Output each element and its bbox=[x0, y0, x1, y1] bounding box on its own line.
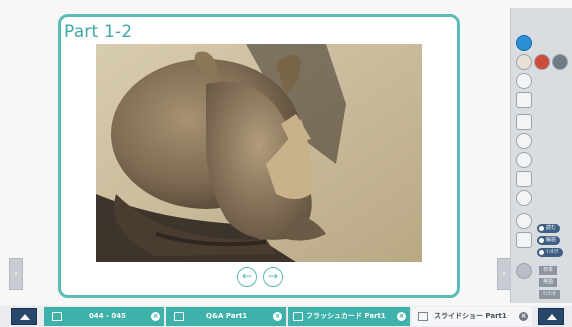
expand-up-button[interactable] bbox=[11, 308, 37, 325]
eraser-icon[interactable] bbox=[516, 73, 532, 89]
tab-label: 044 - 045 bbox=[89, 312, 127, 320]
arrow-left-icon[interactable]: ← bbox=[237, 267, 257, 287]
camera-icon[interactable] bbox=[516, 213, 532, 229]
pen-icon[interactable] bbox=[516, 54, 532, 70]
interact-button[interactable]: ｲﾝﾀﾗｸ bbox=[537, 248, 563, 257]
qa-icon bbox=[174, 312, 184, 321]
right-panel-toggle[interactable]: › bbox=[497, 258, 511, 290]
close-icon[interactable]: × bbox=[273, 312, 282, 321]
book-icon[interactable] bbox=[516, 114, 532, 130]
tab-slideshow-part1[interactable]: スライドショー Part1 × bbox=[412, 307, 532, 326]
tab-flashcard-part1[interactable]: フラッシュカード Part1 × bbox=[288, 307, 410, 326]
color-palette-icon[interactable] bbox=[552, 54, 568, 70]
tool-palette: 読む 解説 ｲﾝﾀﾗｸ 日本 英語 ﾘﾝﾂﾝﾀ bbox=[510, 8, 572, 303]
rhino-photo bbox=[96, 44, 422, 262]
audio-icon[interactable] bbox=[516, 263, 532, 279]
subtitle-button[interactable]: ﾘﾝﾂﾝﾀ bbox=[539, 290, 560, 299]
slideshow-icon bbox=[418, 312, 428, 321]
document-icon[interactable] bbox=[516, 232, 532, 248]
zoom-icon[interactable] bbox=[516, 190, 532, 206]
screen-icon[interactable] bbox=[516, 171, 532, 187]
book-icon bbox=[52, 312, 62, 321]
close-icon[interactable]: × bbox=[151, 312, 160, 321]
explain-button[interactable]: 解説 bbox=[537, 236, 561, 245]
close-icon[interactable]: × bbox=[519, 312, 528, 321]
copy-icon[interactable] bbox=[516, 92, 532, 108]
tab-qa-part1[interactable]: Q&A Part1 × bbox=[166, 307, 286, 326]
tab-label: スライドショー Part1 bbox=[434, 312, 507, 320]
expand-up-button[interactable] bbox=[538, 308, 564, 325]
pointer-icon[interactable] bbox=[516, 35, 532, 51]
japanese-button[interactable]: 日本 bbox=[539, 266, 558, 275]
close-icon[interactable]: × bbox=[397, 312, 406, 321]
slide-title: Part 1-2 bbox=[64, 22, 133, 42]
arrow-right-icon[interactable]: → bbox=[263, 267, 283, 287]
flashcard-icon bbox=[293, 312, 303, 321]
undo-icon[interactable] bbox=[516, 152, 532, 168]
english-button[interactable]: 英語 bbox=[539, 278, 558, 287]
tab-label: フラッシュカード Part1 bbox=[306, 312, 386, 320]
left-panel-toggle[interactable]: › bbox=[9, 258, 23, 290]
read-button[interactable]: 読む bbox=[537, 224, 561, 233]
tab-044-045[interactable]: 044 - 045 × bbox=[44, 307, 164, 326]
tab-label: Q&A Part1 bbox=[206, 312, 248, 320]
hand-icon[interactable] bbox=[516, 133, 532, 149]
red-pen-icon[interactable] bbox=[534, 54, 550, 70]
